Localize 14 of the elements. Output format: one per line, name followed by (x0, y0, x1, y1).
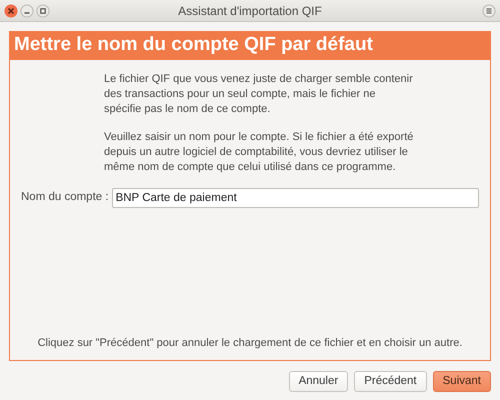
dialog-button[interactable]: Annuler (288, 371, 348, 392)
close-icon[interactable] (4, 4, 18, 18)
description-text: Le fichier QIF que vous venez juste de charger semble contenir des transactions pour un seul compte, mais le fichier ne spécifie pas le nom de ce compte. (104, 72, 414, 117)
account-name-field[interactable]: BNP Carte de paiement (112, 188, 479, 208)
next-button[interactable]: Suivant (432, 371, 491, 392)
window-title: Assistant d'importation QIF (178, 2, 322, 20)
minimize-icon[interactable] (20, 4, 34, 18)
dialog-button[interactable]: Précédent (354, 371, 427, 392)
maximize-icon[interactable] (36, 4, 50, 18)
description-text: Veuillez saisir un nom pour le compte. Si le fichier a été exporté depuis un autre logiciel de comptabilité, vous devriez utiliser le même nom de compte que celui utilisé dans ce programme. (104, 130, 414, 175)
hint-text: Cliquez sur "Précédent" pour annuler le chargement de ce fichier et en choisir un autre. (36, 336, 464, 350)
menu-icon[interactable] (482, 4, 496, 18)
page-heading: Mettre le nom du compte QIF par défaut (9, 31, 491, 60)
field-label: Nom du compte : (21, 190, 109, 206)
